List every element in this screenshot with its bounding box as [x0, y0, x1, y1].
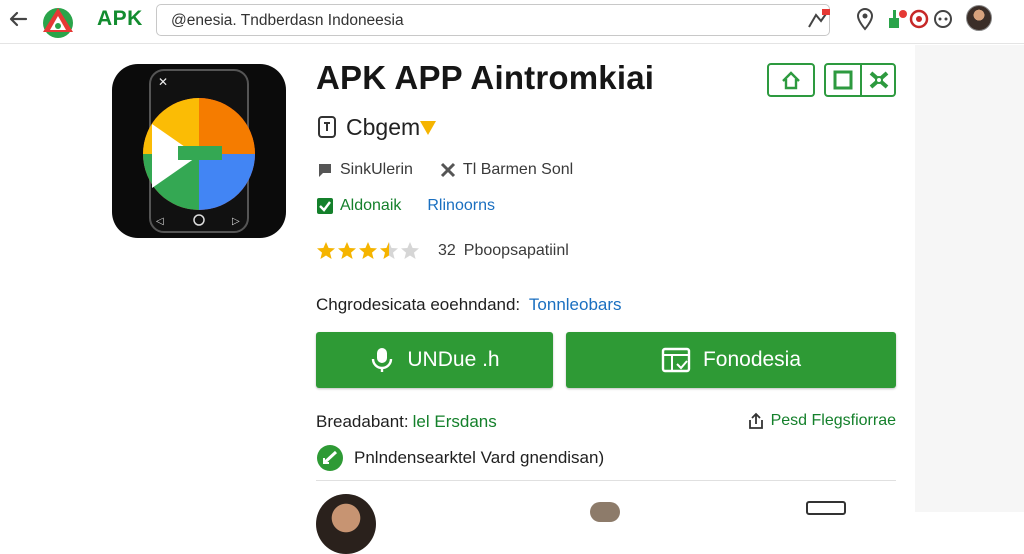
app-icon-artwork: ✕ ◁ ▷ — [143, 69, 255, 233]
window-button[interactable] — [826, 65, 862, 95]
shield-check-icon — [317, 445, 343, 471]
extension-icon[interactable] — [884, 6, 910, 32]
size-label: SinkUlerin — [340, 161, 413, 178]
compat-label: Chgrodesicata eoehndand: — [316, 295, 521, 314]
settings-button[interactable] — [862, 65, 896, 95]
verified-badge: Aldonaik — [316, 197, 401, 215]
compatibility-row: Chgrodesicata eoehndand: Tonnleobars — [316, 295, 622, 315]
apk-logo-icon[interactable] — [40, 4, 76, 40]
svg-text:▷: ▷ — [232, 216, 240, 227]
safety-label: Pnlndensearktel Vard gnendisan) — [354, 448, 605, 467]
rating-row: 32 Pboopsapatiinl — [316, 241, 569, 261]
microphone-icon — [372, 348, 393, 372]
share-icon — [748, 412, 763, 429]
report-link[interactable]: Pesd Flegsfiorrae — [747, 412, 896, 430]
details-row: Breadabant: lel Ersdans Pesd Flegsfiorrae — [316, 412, 896, 432]
star-rating — [316, 241, 424, 261]
secondary-action-label: Fonodesia — [702, 348, 802, 371]
puzzle-icon — [869, 71, 889, 89]
rating-count: 32 — [438, 242, 456, 259]
section-divider — [316, 480, 896, 481]
developer-row: Cbgem — [316, 113, 438, 141]
secondary-action-button[interactable]: Fonodesia — [566, 332, 896, 388]
tag-link[interactable]: Rlinoorns — [427, 197, 495, 215]
right-sidebar-background — [915, 45, 1024, 512]
rating-label: Pboopsapatiinl — [463, 242, 569, 259]
report-label: Pesd Flegsfiorrae — [770, 412, 896, 429]
details-value[interactable]: lel Ersdans — [413, 412, 497, 431]
download-button[interactable]: UNDue .h — [316, 332, 553, 388]
home-icon — [782, 71, 800, 90]
svg-text:◁: ◁ — [156, 216, 164, 227]
developer-name[interactable]: Cbgem — [346, 114, 420, 141]
tools-icon — [440, 162, 455, 178]
chat-icon — [319, 164, 331, 177]
brand-name[interactable]: APK — [97, 7, 143, 31]
category-label: Tl Barmen Sonl — [462, 161, 574, 178]
app-icon: ✕ ◁ ▷ — [112, 64, 286, 238]
meta-row: SinkUlerin Tl Barmen Sonl — [316, 161, 599, 179]
download-label: UNDue .h — [407, 348, 500, 371]
developer-badge-icon — [420, 121, 437, 135]
stars-icon — [317, 242, 419, 259]
url-text[interactable]: @enesia. Tndberdasn Indoneesia — [171, 12, 404, 30]
home-button[interactable] — [767, 63, 815, 97]
address-bar[interactable]: @enesia. Tndberdasn Indoneesia — [156, 4, 830, 36]
verified-label: Aldonaik — [340, 197, 402, 214]
details-label: Breadabant: — [316, 412, 409, 431]
badge-row: Aldonaik Rlinoorns — [316, 197, 495, 215]
developer-icon — [318, 116, 336, 138]
compat-link[interactable]: Tonnleobars — [529, 295, 622, 314]
user-avatar[interactable] — [966, 5, 992, 31]
app-title: APK APP Aintromkiai — [316, 59, 655, 96]
category-info: Tl Barmen Sonl — [439, 161, 573, 179]
review-thumbnail — [590, 502, 620, 522]
browser-toolbar: APK @enesia. Tndberdasn Indoneesia — [0, 0, 1024, 44]
safety-row: Pnlndensearktel Vard gnendisan) — [316, 444, 604, 472]
checkbox-checked-icon — [317, 198, 333, 214]
location-pin-icon[interactable] — [852, 6, 878, 32]
review-action-icon[interactable] — [806, 501, 846, 515]
screen-icon — [661, 347, 691, 373]
back-arrow-icon[interactable] — [6, 7, 30, 31]
reviewer-avatar[interactable] — [316, 494, 376, 554]
size-info: SinkUlerin — [316, 161, 413, 179]
chat-bubble-icon[interactable] — [930, 6, 956, 32]
svg-text:✕: ✕ — [158, 75, 168, 89]
header-actions-group — [824, 63, 896, 97]
share-flag-icon[interactable] — [806, 7, 832, 31]
window-icon — [833, 70, 853, 90]
